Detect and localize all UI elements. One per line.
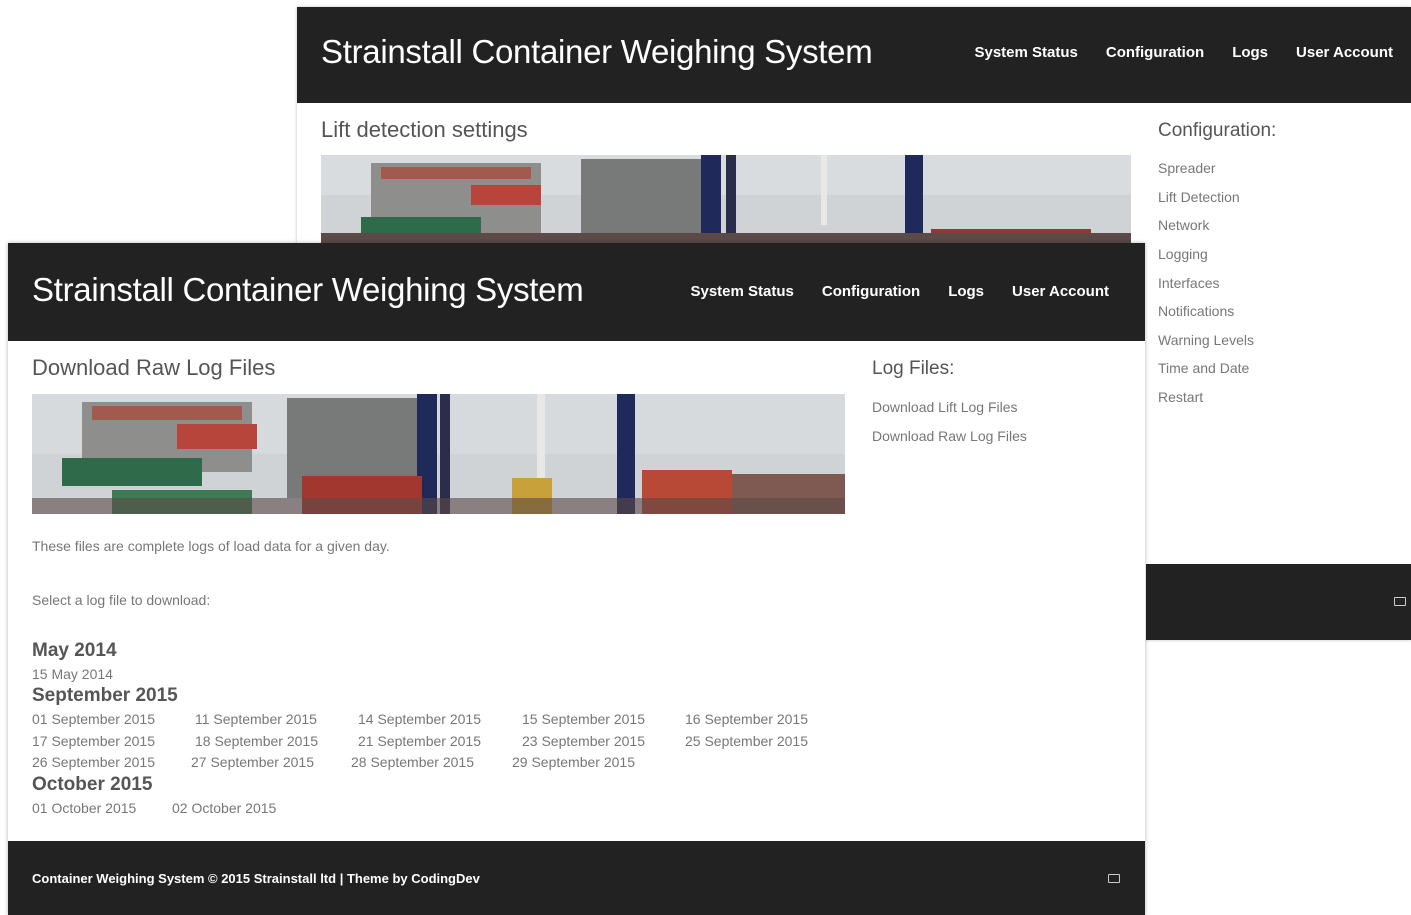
nav-system-status[interactable]: System Status bbox=[974, 44, 1077, 61]
log-file-link[interactable]: 18 September 2015 bbox=[195, 733, 318, 749]
sidebar-link-lift-detection[interactable]: Lift Detection bbox=[1158, 189, 1240, 205]
footer-copyright: Container Weighing System © 2015 Strains… bbox=[32, 871, 480, 886]
nav-configuration[interactable]: Configuration bbox=[822, 283, 920, 300]
log-file-link[interactable]: 14 September 2015 bbox=[358, 711, 481, 727]
log-file-link[interactable]: 01 September 2015 bbox=[32, 711, 155, 727]
log-file-link[interactable]: 15 September 2015 bbox=[522, 711, 645, 727]
sidebar-link-restart[interactable]: Restart bbox=[1158, 389, 1203, 405]
brand-title[interactable]: Strainstall Container Weighing System bbox=[321, 33, 873, 71]
footer bbox=[1146, 564, 1411, 640]
log-file-link[interactable]: 01 October 2015 bbox=[32, 800, 136, 816]
back-to-top-icon[interactable] bbox=[1394, 597, 1406, 606]
nav-logs[interactable]: Logs bbox=[948, 283, 984, 300]
brand-title[interactable]: Strainstall Container Weighing System bbox=[32, 271, 584, 309]
sidebar-link-download-raw-log-files[interactable]: Download Raw Log Files bbox=[872, 428, 1027, 444]
main-nav: System Status Configuration Logs User Ac… bbox=[690, 283, 1109, 300]
sidebar-link-warning-levels[interactable]: Warning Levels bbox=[1158, 332, 1254, 348]
month-heading: October 2015 bbox=[32, 774, 153, 795]
month-heading: September 2015 bbox=[32, 685, 178, 706]
front-window: Strainstall Container Weighing System Sy… bbox=[8, 243, 1145, 915]
container-port-banner-image bbox=[32, 394, 845, 514]
back-to-top-icon[interactable] bbox=[1108, 874, 1120, 883]
log-file-link[interactable]: 23 September 2015 bbox=[522, 733, 645, 749]
nav-user-account[interactable]: User Account bbox=[1296, 44, 1393, 61]
nav-configuration[interactable]: Configuration bbox=[1106, 44, 1204, 61]
navbar: Strainstall Container Weighing System Sy… bbox=[8, 243, 1145, 341]
log-file-link[interactable]: 29 September 2015 bbox=[512, 754, 635, 770]
page-title: Lift detection settings bbox=[321, 117, 528, 142]
sidebar-link-time-and-date[interactable]: Time and Date bbox=[1158, 360, 1249, 376]
log-file-link[interactable]: 11 September 2015 bbox=[195, 711, 317, 727]
sidebar-title: Log Files: bbox=[872, 358, 955, 379]
log-file-link[interactable]: 16 September 2015 bbox=[685, 711, 808, 727]
sidebar-link-spreader[interactable]: Spreader bbox=[1158, 160, 1216, 176]
footer: Container Weighing System © 2015 Strains… bbox=[8, 841, 1145, 915]
main-nav: System Status Configuration Logs User Ac… bbox=[974, 44, 1393, 61]
sidebar-link-interfaces[interactable]: Interfaces bbox=[1158, 275, 1219, 291]
sidebar-link-download-lift-log-files[interactable]: Download Lift Log Files bbox=[872, 399, 1018, 415]
log-file-link[interactable]: 26 September 2015 bbox=[32, 754, 155, 770]
nav-user-account[interactable]: User Account bbox=[1012, 283, 1109, 300]
nav-system-status[interactable]: System Status bbox=[690, 283, 793, 300]
log-file-link[interactable]: 28 September 2015 bbox=[351, 754, 474, 770]
log-file-link[interactable]: 21 September 2015 bbox=[358, 733, 481, 749]
sidebar-link-network[interactable]: Network bbox=[1158, 217, 1209, 233]
nav-logs[interactable]: Logs bbox=[1232, 44, 1268, 61]
log-file-link[interactable]: 27 September 2015 bbox=[191, 754, 314, 770]
log-file-link[interactable]: 15 May 2014 bbox=[32, 666, 113, 682]
log-file-link[interactable]: 02 October 2015 bbox=[172, 800, 276, 816]
log-file-link[interactable]: 17 September 2015 bbox=[32, 733, 155, 749]
page-title: Download Raw Log Files bbox=[32, 355, 276, 380]
description-text: These files are complete logs of load da… bbox=[32, 538, 390, 554]
instruction-text: Select a log file to download: bbox=[32, 592, 211, 608]
navbar: Strainstall Container Weighing System Sy… bbox=[297, 7, 1411, 103]
sidebar-link-logging[interactable]: Logging bbox=[1158, 246, 1208, 262]
sidebar-link-notifications[interactable]: Notifications bbox=[1158, 303, 1234, 319]
month-heading: May 2014 bbox=[32, 640, 117, 661]
log-file-link[interactable]: 25 September 2015 bbox=[685, 733, 808, 749]
container-port-banner-image bbox=[321, 155, 1131, 243]
sidebar-title: Configuration: bbox=[1158, 120, 1277, 141]
